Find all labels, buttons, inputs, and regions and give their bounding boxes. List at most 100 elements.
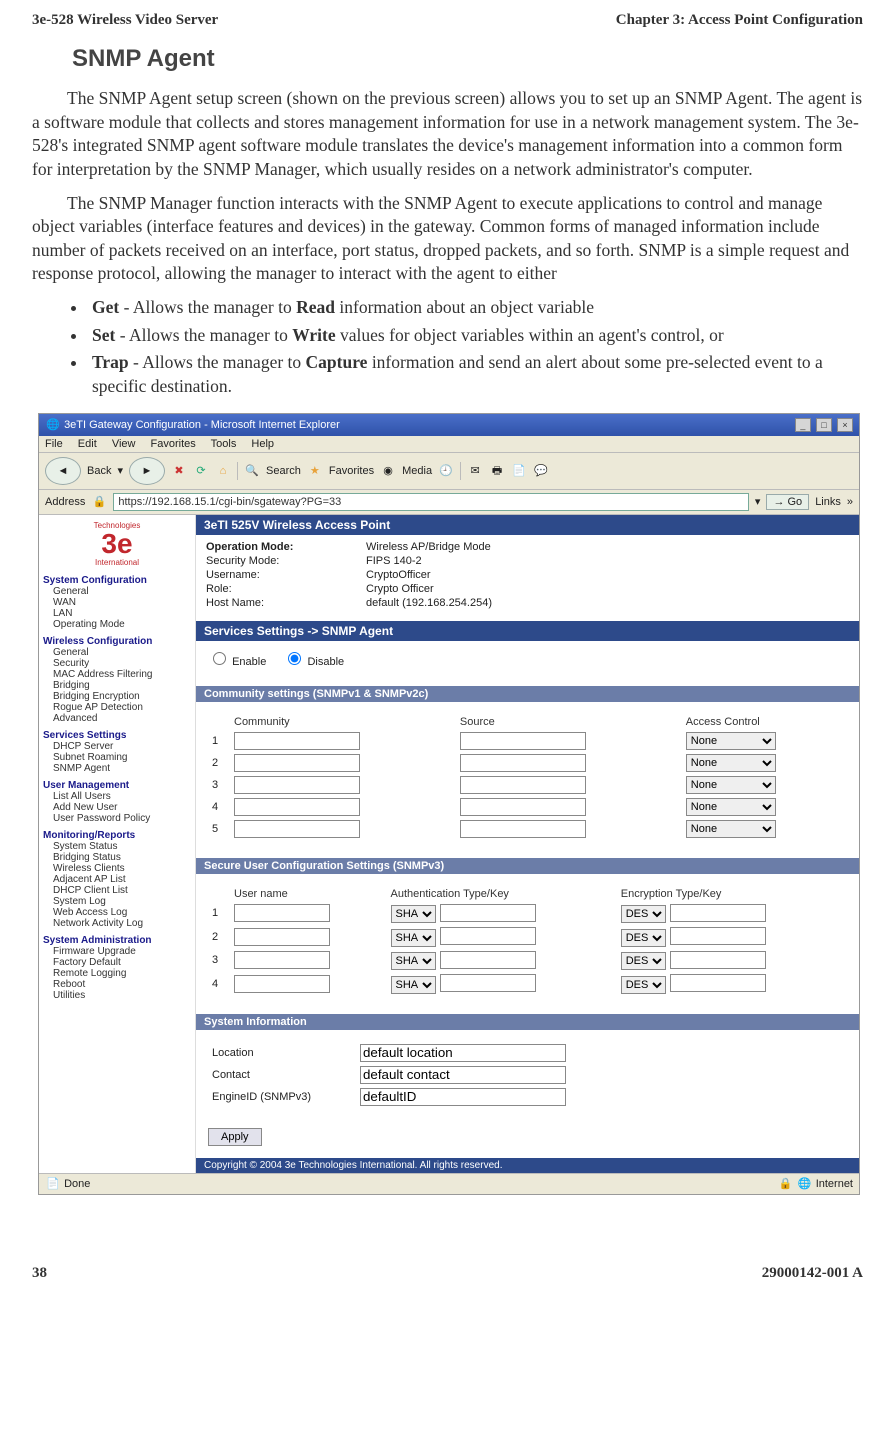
access-select[interactable]: None <box>686 754 776 772</box>
nav-item[interactable]: Remote Logging <box>53 968 191 979</box>
enc-type-select[interactable]: DES <box>621 905 666 923</box>
menu-file[interactable]: File <box>45 438 63 450</box>
nav-item[interactable]: Network Activity Log <box>53 918 191 929</box>
nav-item[interactable]: WAN <box>53 597 191 608</box>
stop-icon[interactable]: ✖ <box>171 463 187 479</box>
enc-type-select[interactable]: DES <box>621 929 666 947</box>
engineid-input[interactable] <box>360 1088 566 1106</box>
nav-item[interactable]: SNMP Agent <box>53 763 191 774</box>
go-button[interactable]: → Go <box>766 494 809 510</box>
menu-tools[interactable]: Tools <box>211 438 237 450</box>
nav-item[interactable]: Firmware Upgrade <box>53 946 191 957</box>
nav-item[interactable]: Utilities <box>53 990 191 1001</box>
contact-input[interactable] <box>360 1066 566 1084</box>
mail-icon[interactable]: ✉ <box>467 463 483 479</box>
history-icon[interactable]: 🕘 <box>438 463 454 479</box>
community-input[interactable] <box>234 820 360 838</box>
enc-key-input[interactable] <box>670 927 766 945</box>
community-input[interactable] <box>234 776 360 794</box>
maximize-button[interactable]: □ <box>816 418 832 432</box>
nav-item[interactable]: Web Access Log <box>53 907 191 918</box>
enc-type-select[interactable]: DES <box>621 952 666 970</box>
source-input[interactable] <box>460 776 586 794</box>
discuss-icon[interactable]: 💬 <box>533 463 549 479</box>
forward-button[interactable]: ► <box>129 457 165 485</box>
auth-type-select[interactable]: SHA <box>391 952 436 970</box>
apply-button[interactable]: Apply <box>208 1128 262 1146</box>
community-input[interactable] <box>234 798 360 816</box>
enc-key-input[interactable] <box>670 974 766 992</box>
nav-item[interactable]: System Status <box>53 841 191 852</box>
menu-favorites[interactable]: Favorites <box>151 438 196 450</box>
auth-key-input[interactable] <box>440 951 536 969</box>
auth-type-select[interactable]: SHA <box>391 976 436 994</box>
nav-item[interactable]: Advanced <box>53 713 191 724</box>
nav-item[interactable]: General <box>53 647 191 658</box>
auth-type-select[interactable]: SHA <box>391 929 436 947</box>
nav-item[interactable]: Subnet Roaming <box>53 752 191 763</box>
nav-item[interactable]: Bridging <box>53 680 191 691</box>
minimize-button[interactable]: _ <box>795 418 811 432</box>
nav-item[interactable]: User Password Policy <box>53 813 191 824</box>
access-select[interactable]: None <box>686 776 776 794</box>
search-label[interactable]: Search <box>266 465 301 477</box>
nav-item[interactable]: Bridging Status <box>53 852 191 863</box>
nav-item[interactable]: List All Users <box>53 791 191 802</box>
nav-item[interactable]: Adjacent AP List <box>53 874 191 885</box>
source-input[interactable] <box>460 754 586 772</box>
nav-item[interactable]: Wireless Clients <box>53 863 191 874</box>
community-input[interactable] <box>234 732 360 750</box>
links-chevron-icon[interactable]: » <box>847 496 853 508</box>
refresh-icon[interactable]: ⟳ <box>193 463 209 479</box>
links-label[interactable]: Links <box>815 496 841 508</box>
enc-type-select[interactable]: DES <box>621 976 666 994</box>
nav-item[interactable]: DHCP Server <box>53 741 191 752</box>
access-select[interactable]: None <box>686 732 776 750</box>
nav-item[interactable]: General <box>53 586 191 597</box>
address-dropdown-icon[interactable]: ▾ <box>755 495 761 508</box>
enable-radio[interactable]: Enable <box>208 656 266 668</box>
access-select[interactable]: None <box>686 820 776 838</box>
nav-item[interactable]: Rogue AP Detection <box>53 702 191 713</box>
username-input[interactable] <box>234 975 330 993</box>
edit-icon[interactable]: 📄 <box>511 463 527 479</box>
favorites-label[interactable]: Favorites <box>329 465 374 477</box>
nav-item[interactable]: Bridging Encryption <box>53 691 191 702</box>
home-icon[interactable]: ⌂ <box>215 463 231 479</box>
back-dropdown-icon[interactable]: ▾ <box>117 464 123 477</box>
auth-key-input[interactable] <box>440 927 536 945</box>
media-icon[interactable]: ◉ <box>380 463 396 479</box>
print-icon[interactable]: 🖶 <box>489 463 505 479</box>
search-icon[interactable]: 🔍 <box>244 463 260 479</box>
enc-key-input[interactable] <box>670 904 766 922</box>
back-label[interactable]: Back <box>87 465 111 477</box>
nav-item[interactable]: Add New User <box>53 802 191 813</box>
source-input[interactable] <box>460 798 586 816</box>
source-input[interactable] <box>460 732 586 750</box>
enc-key-input[interactable] <box>670 951 766 969</box>
nav-item[interactable]: System Log <box>53 896 191 907</box>
media-label[interactable]: Media <box>402 465 432 477</box>
nav-item[interactable]: Reboot <box>53 979 191 990</box>
auth-key-input[interactable] <box>440 904 536 922</box>
address-input[interactable] <box>113 493 749 511</box>
auth-type-select[interactable]: SHA <box>391 905 436 923</box>
auth-key-input[interactable] <box>440 974 536 992</box>
nav-item[interactable]: Factory Default <box>53 957 191 968</box>
disable-radio[interactable]: Disable <box>283 656 344 668</box>
username-input[interactable] <box>234 928 330 946</box>
nav-item[interactable]: LAN <box>53 608 191 619</box>
community-input[interactable] <box>234 754 360 772</box>
access-select[interactable]: None <box>686 798 776 816</box>
nav-item[interactable]: MAC Address Filtering <box>53 669 191 680</box>
nav-item[interactable]: Security <box>53 658 191 669</box>
menu-view[interactable]: View <box>112 438 136 450</box>
back-button[interactable]: ◄ <box>45 457 81 485</box>
menu-edit[interactable]: Edit <box>78 438 97 450</box>
nav-item[interactable]: Operating Mode <box>53 619 191 630</box>
nav-item[interactable]: DHCP Client List <box>53 885 191 896</box>
close-button[interactable]: × <box>837 418 853 432</box>
username-input[interactable] <box>234 951 330 969</box>
location-input[interactable] <box>360 1044 566 1062</box>
favorites-icon[interactable]: ★ <box>307 463 323 479</box>
